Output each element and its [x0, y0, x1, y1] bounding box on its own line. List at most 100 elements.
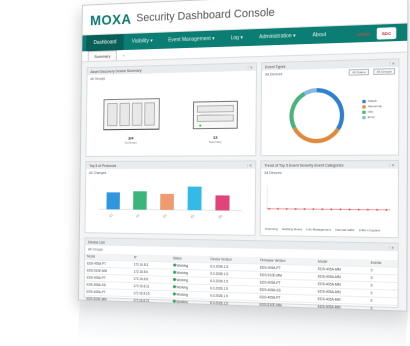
x-tick-label: C1 [108, 212, 113, 218]
trend-point [312, 208, 315, 211]
trend-point [357, 208, 360, 211]
device-label: Summary [208, 139, 222, 145]
bar [133, 191, 147, 210]
product-screenshot-stage: MOXA Security Dashboard Console Dashboar… [0, 0, 410, 346]
panel-subtitle: All Changes [89, 170, 107, 176]
device-label: Summary [124, 140, 137, 145]
app-window: MOXA Security Dashboard Console Dashboar… [78, 0, 409, 312]
line-legend: Scanning Hacking Event Info Management I… [265, 227, 380, 233]
legend-swatch [362, 110, 366, 114]
panel-menu-icon[interactable]: ⋮✕ [387, 163, 394, 167]
legend-swatch [362, 104, 366, 109]
dashboard-content: Asset Discovery Device Summary ⋮✕ All Gr… [79, 53, 407, 312]
event-types-panel: Event Types ⋮✕ All Devices All Status Al… [260, 58, 400, 157]
trend-point [385, 208, 388, 211]
legend-label: Infiltr.+Crypted [358, 227, 381, 233]
panel-title: Event Types [265, 64, 286, 69]
legend-label: Info [367, 109, 374, 114]
status-dot-icon [172, 263, 176, 267]
bar-chart[interactable]: C1 C2 C3 C4 C5 [85, 177, 252, 234]
bar [160, 193, 174, 210]
status-dot-icon [172, 292, 176, 296]
donut-slice [291, 94, 304, 129]
moxa-logo: MOXA [90, 10, 132, 28]
panel-subtitle: All Devices [265, 72, 283, 77]
nav-log[interactable]: Log ▾ [222, 29, 251, 47]
legend-item: Info [362, 109, 381, 114]
status-dot-icon [172, 285, 176, 289]
trend-point [348, 208, 351, 211]
panel-header: Trend of Top 5 Event Severity Event Cate… [261, 161, 398, 169]
nav-event-management[interactable]: Event Management ▾ [160, 30, 222, 49]
dashboard-row-2: Top 5 of Protocols ⋮✕ All Changes C1 C2 C3… [84, 159, 402, 239]
legend-item: Abnormal [362, 103, 382, 109]
legend-label: Internal traffic [335, 227, 355, 233]
tab-summary[interactable]: Summary [87, 50, 118, 62]
router-device[interactable]: 13 Summary [191, 97, 239, 144]
nav-about[interactable]: About [304, 26, 335, 44]
add-tab-button[interactable]: + [117, 51, 131, 60]
x-tick-label: C4 [190, 213, 196, 219]
trend-point [285, 207, 288, 210]
app-title: Security Dashboard Console [136, 6, 275, 24]
group-filter-button[interactable]: All Groups [373, 68, 396, 76]
legend-item: Attack [362, 99, 381, 104]
user-menu[interactable]: admin [357, 31, 370, 37]
panel-title: Top 5 of Protocols [89, 163, 117, 168]
legend-swatch [362, 99, 366, 103]
router-icon [192, 97, 240, 133]
panel-menu-icon[interactable]: ⋮✕ [245, 163, 252, 167]
donut-legend: Attack Abnormal Info Error [362, 99, 382, 121]
x-tick-label: C3 [162, 213, 168, 219]
legend-label: Info Management [306, 227, 331, 232]
bar [187, 186, 202, 211]
donut-slice [317, 90, 343, 130]
panel-title: Device List [88, 239, 105, 245]
legend-item: Error [362, 115, 381, 120]
line-chart[interactable] [261, 177, 395, 221]
x-tick-label: C5 [218, 214, 224, 220]
switch-device[interactable]: 3/4 Summary [101, 95, 161, 145]
status-dot-icon [172, 277, 176, 282]
dashboard-row-1: Asset Discovery Device Summary ⋮✕ All Gr… [85, 58, 402, 157]
filter-group: All Status All Groups [346, 68, 396, 76]
device-illustrations: 3/4 Summary 13 Summary [87, 79, 256, 149]
panel-menu-icon[interactable]: ⋮✕ [246, 65, 253, 69]
trend-point [339, 208, 342, 211]
trend-point [268, 207, 271, 210]
donut-slice [305, 90, 317, 93]
trend-point [321, 208, 324, 211]
nav-administration[interactable]: Administration ▾ [251, 27, 304, 46]
product-badge: SDC [376, 26, 397, 40]
nav-right: admin SDC [357, 26, 403, 40]
trend-point [303, 208, 306, 211]
trend-point [277, 207, 279, 210]
legend-swatch [362, 115, 366, 119]
bar [106, 192, 120, 210]
panel-title: Trend of Top 5 Event Severity Event Cate… [264, 162, 344, 168]
device-summary-panel: Asset Discovery Device Summary ⋮✕ All Gr… [85, 62, 258, 157]
trend-panel: Trend of Top 5 Event Severity Event Cate… [259, 159, 400, 239]
donut-chart[interactable] [280, 80, 354, 151]
status-dot-icon [172, 270, 176, 274]
nav-dashboard[interactable]: Dashboard [85, 33, 125, 52]
panel-title: Asset Discovery Device Summary [90, 68, 142, 74]
nav-visibility[interactable]: Visibility ▾ [124, 33, 160, 50]
bar [215, 195, 230, 211]
panel-menu-icon[interactable]: ⋮✕ [387, 245, 394, 249]
status-filter-button[interactable]: All Status [348, 68, 370, 76]
donut-slice [294, 128, 338, 142]
legend-label: Attack [367, 98, 377, 104]
panel-subtitle: All Devices [264, 170, 282, 176]
trend-point [330, 208, 333, 211]
device-list-panel: Device List ⋮✕ All Groups Model IP Statu… [83, 237, 399, 312]
trend-point [366, 208, 369, 211]
panel-menu-icon[interactable]: ⋮✕ [388, 61, 395, 66]
legend-label: Hacking Event [281, 226, 303, 232]
x-tick-label: C2 [135, 213, 141, 219]
trend-point [294, 208, 297, 210]
switch-rack-icon [102, 95, 162, 134]
protocols-panel: Top 5 of Protocols ⋮✕ All Changes C1 C2 C3… [84, 160, 257, 236]
legend-label: Abnormal [367, 103, 382, 109]
legend-label: Scanning [264, 226, 278, 232]
